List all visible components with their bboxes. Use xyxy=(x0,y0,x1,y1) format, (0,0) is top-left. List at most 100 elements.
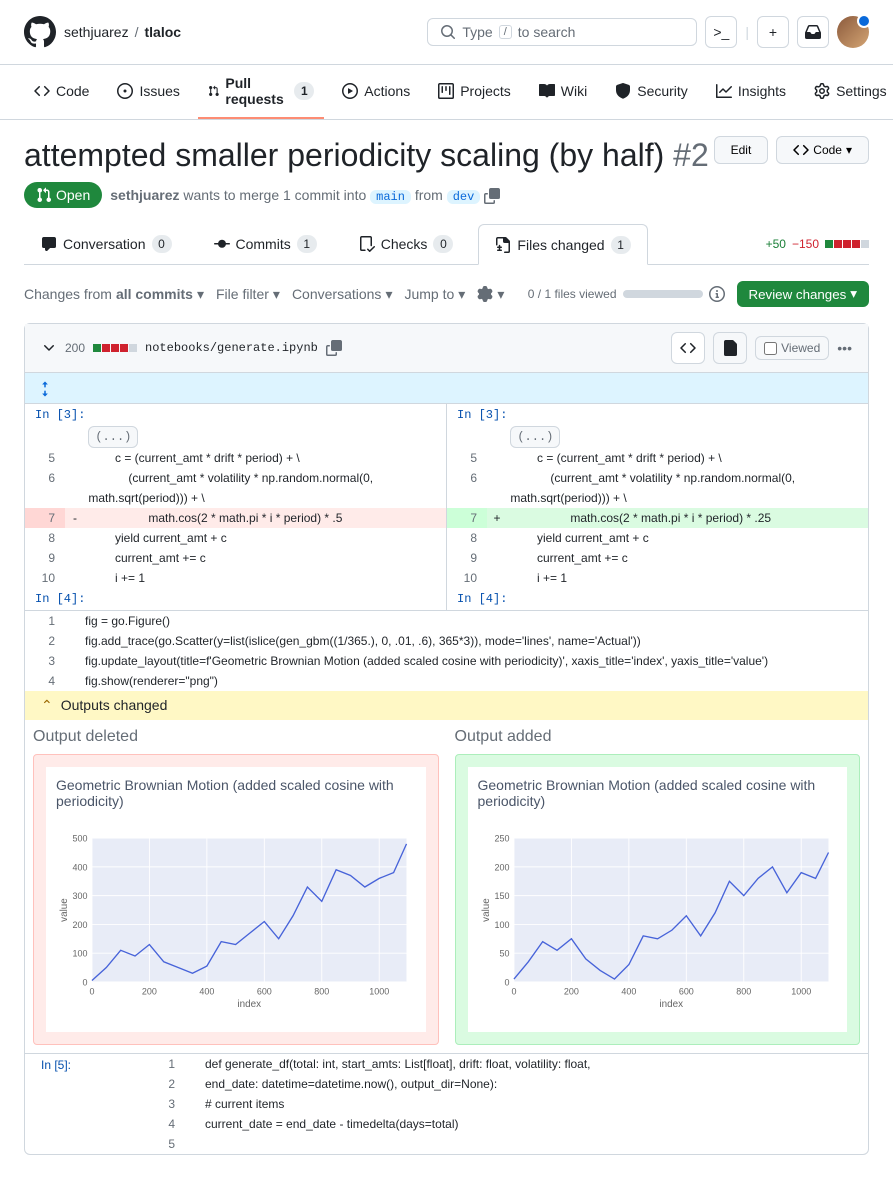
code-icon xyxy=(793,142,809,158)
avatar[interactable] xyxy=(837,16,869,48)
tab-actions[interactable]: Actions xyxy=(332,73,420,111)
tab-settings[interactable]: Settings xyxy=(804,73,893,111)
tab-insights[interactable]: Insights xyxy=(706,73,796,111)
projects-icon xyxy=(438,83,454,99)
graph-icon xyxy=(716,83,732,99)
repo-link[interactable]: tlaloc xyxy=(144,24,181,40)
source-view-button[interactable] xyxy=(671,332,705,364)
inbox-button[interactable] xyxy=(797,16,829,48)
subtab-commits[interactable]: Commits1 xyxy=(197,224,334,264)
svg-text:400: 400 xyxy=(72,862,87,872)
code-icon xyxy=(34,83,50,99)
code-diff: In [3]: (...) 5 c = (current_amt * drift… xyxy=(25,404,868,610)
info-icon[interactable] xyxy=(709,286,725,302)
svg-text:index: index xyxy=(659,999,683,1010)
output-deleted-label: Output deleted xyxy=(33,728,439,746)
subtab-files[interactable]: Files changed1 xyxy=(478,224,647,265)
create-button[interactable]: + xyxy=(757,16,789,48)
tab-projects-label: Projects xyxy=(460,83,511,99)
cell-in-4-right: In [4]: xyxy=(447,588,868,610)
tab-pulls[interactable]: Pull requests 1 xyxy=(198,65,324,119)
rendered-view-button[interactable] xyxy=(713,332,747,364)
svg-text:100: 100 xyxy=(72,948,87,958)
pr-number: #2 xyxy=(673,137,709,173)
base-branch[interactable]: main xyxy=(370,190,411,204)
tab-settings-label: Settings xyxy=(836,83,887,99)
tab-insights-label: Insights xyxy=(738,83,786,99)
file-line-count: 200 xyxy=(65,341,85,355)
actions-icon xyxy=(342,83,358,99)
chevron-down-icon[interactable] xyxy=(41,340,57,356)
search-icon xyxy=(440,24,456,40)
diff-settings-menu[interactable]: ▾ xyxy=(477,286,504,303)
checklist-icon xyxy=(359,236,375,252)
pulls-count: 1 xyxy=(294,82,314,100)
repo-nav: Code Issues Pull requests 1 Actions Proje… xyxy=(0,65,893,120)
tab-code[interactable]: Code xyxy=(24,73,99,111)
file-icon xyxy=(722,340,738,356)
svg-text:250: 250 xyxy=(494,833,509,843)
subtab-checks[interactable]: Checks0 xyxy=(342,224,471,264)
review-changes-button[interactable]: Review changes ▾ xyxy=(737,281,870,307)
issues-icon xyxy=(117,83,133,99)
code-button[interactable]: Code ▾ xyxy=(776,136,869,164)
wiki-icon xyxy=(539,83,555,99)
svg-text:0: 0 xyxy=(89,986,94,996)
svg-text:value: value xyxy=(480,897,491,921)
svg-text:1000: 1000 xyxy=(791,986,811,996)
svg-text:0: 0 xyxy=(504,977,509,987)
expand-all-button[interactable] xyxy=(25,373,868,403)
inbox-icon xyxy=(805,24,821,40)
pr-author[interactable]: sethjuarez xyxy=(110,187,179,203)
copy-icon[interactable] xyxy=(326,340,342,356)
tab-projects[interactable]: Projects xyxy=(428,73,521,111)
tab-wiki-label: Wiki xyxy=(561,83,587,99)
outputs-banner: ⌃ Outputs changed xyxy=(25,691,868,720)
svg-text:0: 0 xyxy=(511,986,516,996)
fold-button[interactable]: (...) xyxy=(88,426,138,448)
edit-button[interactable]: Edit xyxy=(714,136,769,164)
svg-text:200: 200 xyxy=(142,986,157,996)
subtab-conversation[interactable]: Conversation0 xyxy=(24,224,189,264)
tab-issues[interactable]: Issues xyxy=(107,73,189,111)
svg-text:600: 600 xyxy=(257,986,272,996)
file-menu-button[interactable]: ••• xyxy=(837,340,852,356)
file-filter-menu[interactable]: File filter ▾ xyxy=(216,286,280,303)
search-input[interactable]: Type / to search xyxy=(427,18,697,46)
diff-stats: +50 −150 xyxy=(766,224,869,264)
tab-issues-label: Issues xyxy=(139,83,179,99)
svg-text:0: 0 xyxy=(82,977,87,987)
viewed-checkbox[interactable]: Viewed xyxy=(755,336,829,360)
tab-code-label: Code xyxy=(56,83,89,99)
file-path[interactable]: notebooks/generate.ipynb xyxy=(145,341,318,355)
command-palette-button[interactable]: >_ xyxy=(705,16,737,48)
outputs-diff: Output deleted Geometric Brownian Motion… xyxy=(25,720,868,1053)
svg-text:500: 500 xyxy=(72,833,87,843)
search-key: / xyxy=(499,25,512,39)
file-diffstat xyxy=(93,344,137,352)
svg-text:400: 400 xyxy=(621,986,636,996)
top-bar: sethjuarez / tlaloc Type / to search >_ … xyxy=(0,0,893,65)
svg-text:300: 300 xyxy=(72,891,87,901)
pr-header: attempted smaller periodicity scaling (b… xyxy=(24,136,869,174)
conversations-menu[interactable]: Conversations ▾ xyxy=(292,286,393,303)
copy-icon[interactable] xyxy=(484,188,500,204)
unfold-icon xyxy=(37,381,53,397)
changes-from-menu[interactable]: Changes from all commits ▾ xyxy=(24,286,204,303)
cell-in-3-right: In [3]: xyxy=(447,404,868,426)
jump-to-menu[interactable]: Jump to ▾ xyxy=(404,286,465,303)
pr-state: Open xyxy=(24,182,102,208)
chart-added: Geometric Brownian Motion (added scaled … xyxy=(468,767,848,1032)
head-branch[interactable]: dev xyxy=(447,190,481,204)
tab-pulls-label: Pull requests xyxy=(225,75,288,107)
pr-title: attempted smaller periodicity scaling (b… xyxy=(24,136,709,174)
fold-button[interactable]: (...) xyxy=(510,426,560,448)
breadcrumb: sethjuarez / tlaloc xyxy=(64,24,181,40)
chart-deleted: Geometric Brownian Motion (added scaled … xyxy=(46,767,426,1032)
owner-link[interactable]: sethjuarez xyxy=(64,24,129,40)
gear-icon xyxy=(814,83,830,99)
output-added-label: Output added xyxy=(455,728,861,746)
tab-security[interactable]: Security xyxy=(605,73,698,111)
tab-wiki[interactable]: Wiki xyxy=(529,73,597,111)
github-logo[interactable] xyxy=(24,16,56,48)
